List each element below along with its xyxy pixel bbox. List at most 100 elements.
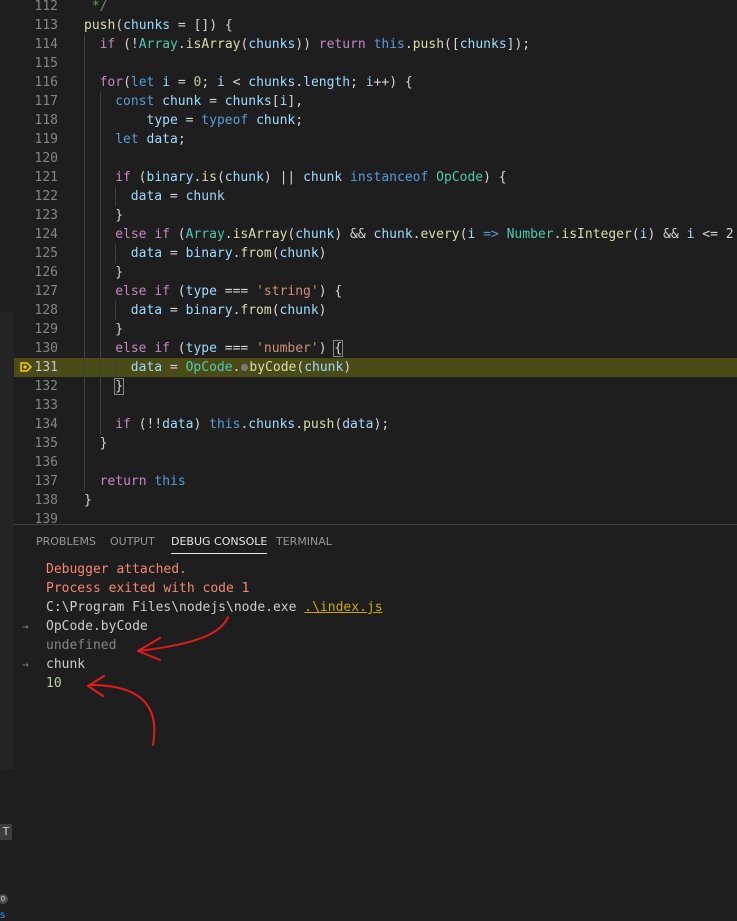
code-line[interactable]: 133 xyxy=(0,396,737,415)
line-number[interactable]: 121 xyxy=(0,168,58,187)
code-line[interactable]: 128 data = binary.from(chunk) xyxy=(0,301,737,320)
code-token: let xyxy=(130,75,155,90)
code-token: ([ xyxy=(444,37,460,52)
tab-problems[interactable]: PROBLEMS xyxy=(36,535,96,553)
sidebar-t-label[interactable]: T xyxy=(0,824,12,840)
code-token: byCode xyxy=(249,360,297,375)
code-token: binary xyxy=(185,303,233,318)
line-number[interactable]: 117 xyxy=(0,92,58,111)
line-number[interactable]: 127 xyxy=(0,282,58,301)
code-line[interactable]: 116 for(let i = 0; i < chunks.length; i++… xyxy=(0,73,737,92)
line-number[interactable]: 123 xyxy=(0,206,58,225)
code-token: Array xyxy=(138,37,178,52)
line-number[interactable]: 126 xyxy=(0,263,58,282)
code-token: isInteger xyxy=(561,227,632,242)
code-line[interactable]: 129} xyxy=(0,320,737,339)
tab-output[interactable]: OUTPUT xyxy=(110,535,155,553)
code-line[interactable]: 115 xyxy=(0,54,737,73)
code-token: typeof xyxy=(201,113,249,128)
line-number[interactable]: 114 xyxy=(0,35,58,54)
line-number[interactable]: 120 xyxy=(0,149,58,168)
code-line[interactable]: 123} xyxy=(0,206,737,225)
code-token: ( xyxy=(115,18,124,33)
code-token: if xyxy=(115,417,131,432)
console-line: Debugger attached. xyxy=(14,560,737,579)
code-token: ) xyxy=(193,417,210,432)
code-editor[interactable]: 112 */113 push(chunks = []) {114 if (!Arra… xyxy=(0,0,737,524)
code-token: OpCode xyxy=(436,170,484,185)
code-text: } xyxy=(114,377,124,396)
code-line[interactable]: 127 else if (type === 'string') { xyxy=(0,282,737,301)
code-line[interactable]: 130 else if (type === 'number') { xyxy=(0,339,737,358)
code-line[interactable]: 126} xyxy=(0,263,737,282)
code-line[interactable]: 124 else if (Array.isArray(chunk) && chun… xyxy=(0,225,737,244)
code-line[interactable]: 135} xyxy=(0,434,737,453)
code-token: is xyxy=(201,170,217,185)
line-number[interactable]: 124 xyxy=(0,225,58,244)
tab-debug-console[interactable]: DEBUG CONSOLE xyxy=(171,535,268,554)
line-number[interactable]: 125 xyxy=(0,244,58,263)
code-text: else if (type === 'string') { xyxy=(115,282,342,301)
code-line[interactable]: 137 return this xyxy=(0,472,737,491)
code-line[interactable]: 134 if (!!data) this.chunks.push(data); xyxy=(0,415,737,434)
code-token: === xyxy=(216,284,257,299)
code-token: data xyxy=(130,246,163,261)
code-line[interactable]: 120 xyxy=(0,149,737,168)
code-line[interactable]: 132} xyxy=(0,377,737,396)
line-number[interactable]: 115 xyxy=(0,54,58,73)
code-token: ( xyxy=(169,227,186,242)
code-line[interactable]: 121 if (binary.is(chunk) || chunk instanc… xyxy=(0,168,737,187)
console-text: OpCode.byCode xyxy=(46,617,148,636)
code-token: => xyxy=(483,227,499,242)
code-token: ) { xyxy=(318,284,343,299)
line-number[interactable]: 113 xyxy=(0,16,58,35)
code-token: } xyxy=(115,208,124,223)
line-number[interactable]: 119 xyxy=(0,130,58,149)
code-line[interactable]: 112 */ xyxy=(0,0,737,16)
code-text: const chunk = chunks[i], xyxy=(115,92,303,111)
code-token: type xyxy=(185,284,217,299)
debug-breakpoint-arrow-icon[interactable] xyxy=(20,362,32,372)
code-token: } xyxy=(115,322,124,337)
inline-breakpoint-dot-icon[interactable] xyxy=(241,363,249,371)
code-token: ( xyxy=(296,360,305,375)
code-token: chunk xyxy=(295,227,335,242)
code-text: } xyxy=(115,206,123,225)
code-line[interactable]: 138} xyxy=(0,491,737,510)
tab-terminal[interactable]: TERMINAL xyxy=(276,535,332,553)
sidebar-badge: 0 xyxy=(0,894,8,904)
line-number[interactable]: 116 xyxy=(0,73,58,92)
code-line[interactable]: 113 push(chunks = []) { xyxy=(0,16,737,35)
code-token: let xyxy=(115,132,139,147)
code-line[interactable]: 117 const chunk = chunks[i], xyxy=(0,92,737,111)
code-token: ; xyxy=(350,75,366,90)
chevron-right-icon: → xyxy=(22,620,29,633)
indent-guide xyxy=(84,35,85,491)
code-token: this xyxy=(154,474,186,489)
code-line[interactable]: 119 let data; xyxy=(0,130,737,149)
code-token: ) xyxy=(318,246,327,261)
line-number[interactable]: 118 xyxy=(0,111,58,130)
code-token: else xyxy=(115,341,147,356)
console-text: Process exited with code 1 xyxy=(46,579,250,598)
console-file-link[interactable]: .\index.js xyxy=(304,600,382,615)
line-number[interactable]: 112 xyxy=(0,0,58,16)
code-line[interactable]: 131 data = OpCode. byCode(chunk) xyxy=(0,358,737,377)
code-token: if xyxy=(154,227,170,242)
code-line[interactable]: 136 xyxy=(0,453,737,472)
code-token: } xyxy=(115,265,124,280)
indent-guide xyxy=(99,92,101,434)
code-line[interactable]: 125 data = binary.from(chunk) xyxy=(0,244,737,263)
indent-guide xyxy=(115,244,117,263)
code-line[interactable]: 118 type = typeof chunk; xyxy=(0,111,737,130)
code-token: for xyxy=(99,75,124,90)
code-token: <= 2 xyxy=(694,227,734,242)
code-token: length xyxy=(303,75,351,90)
code-token: ) xyxy=(343,360,352,375)
code-line[interactable]: 114 if (!Array.isArray(chunks)) return th… xyxy=(0,35,737,54)
line-number[interactable]: 122 xyxy=(0,187,58,206)
code-token: i xyxy=(639,227,648,242)
code-line[interactable]: 139 xyxy=(0,510,737,524)
code-line[interactable]: 122 data = chunk xyxy=(0,187,737,206)
code-token: from xyxy=(240,303,272,318)
